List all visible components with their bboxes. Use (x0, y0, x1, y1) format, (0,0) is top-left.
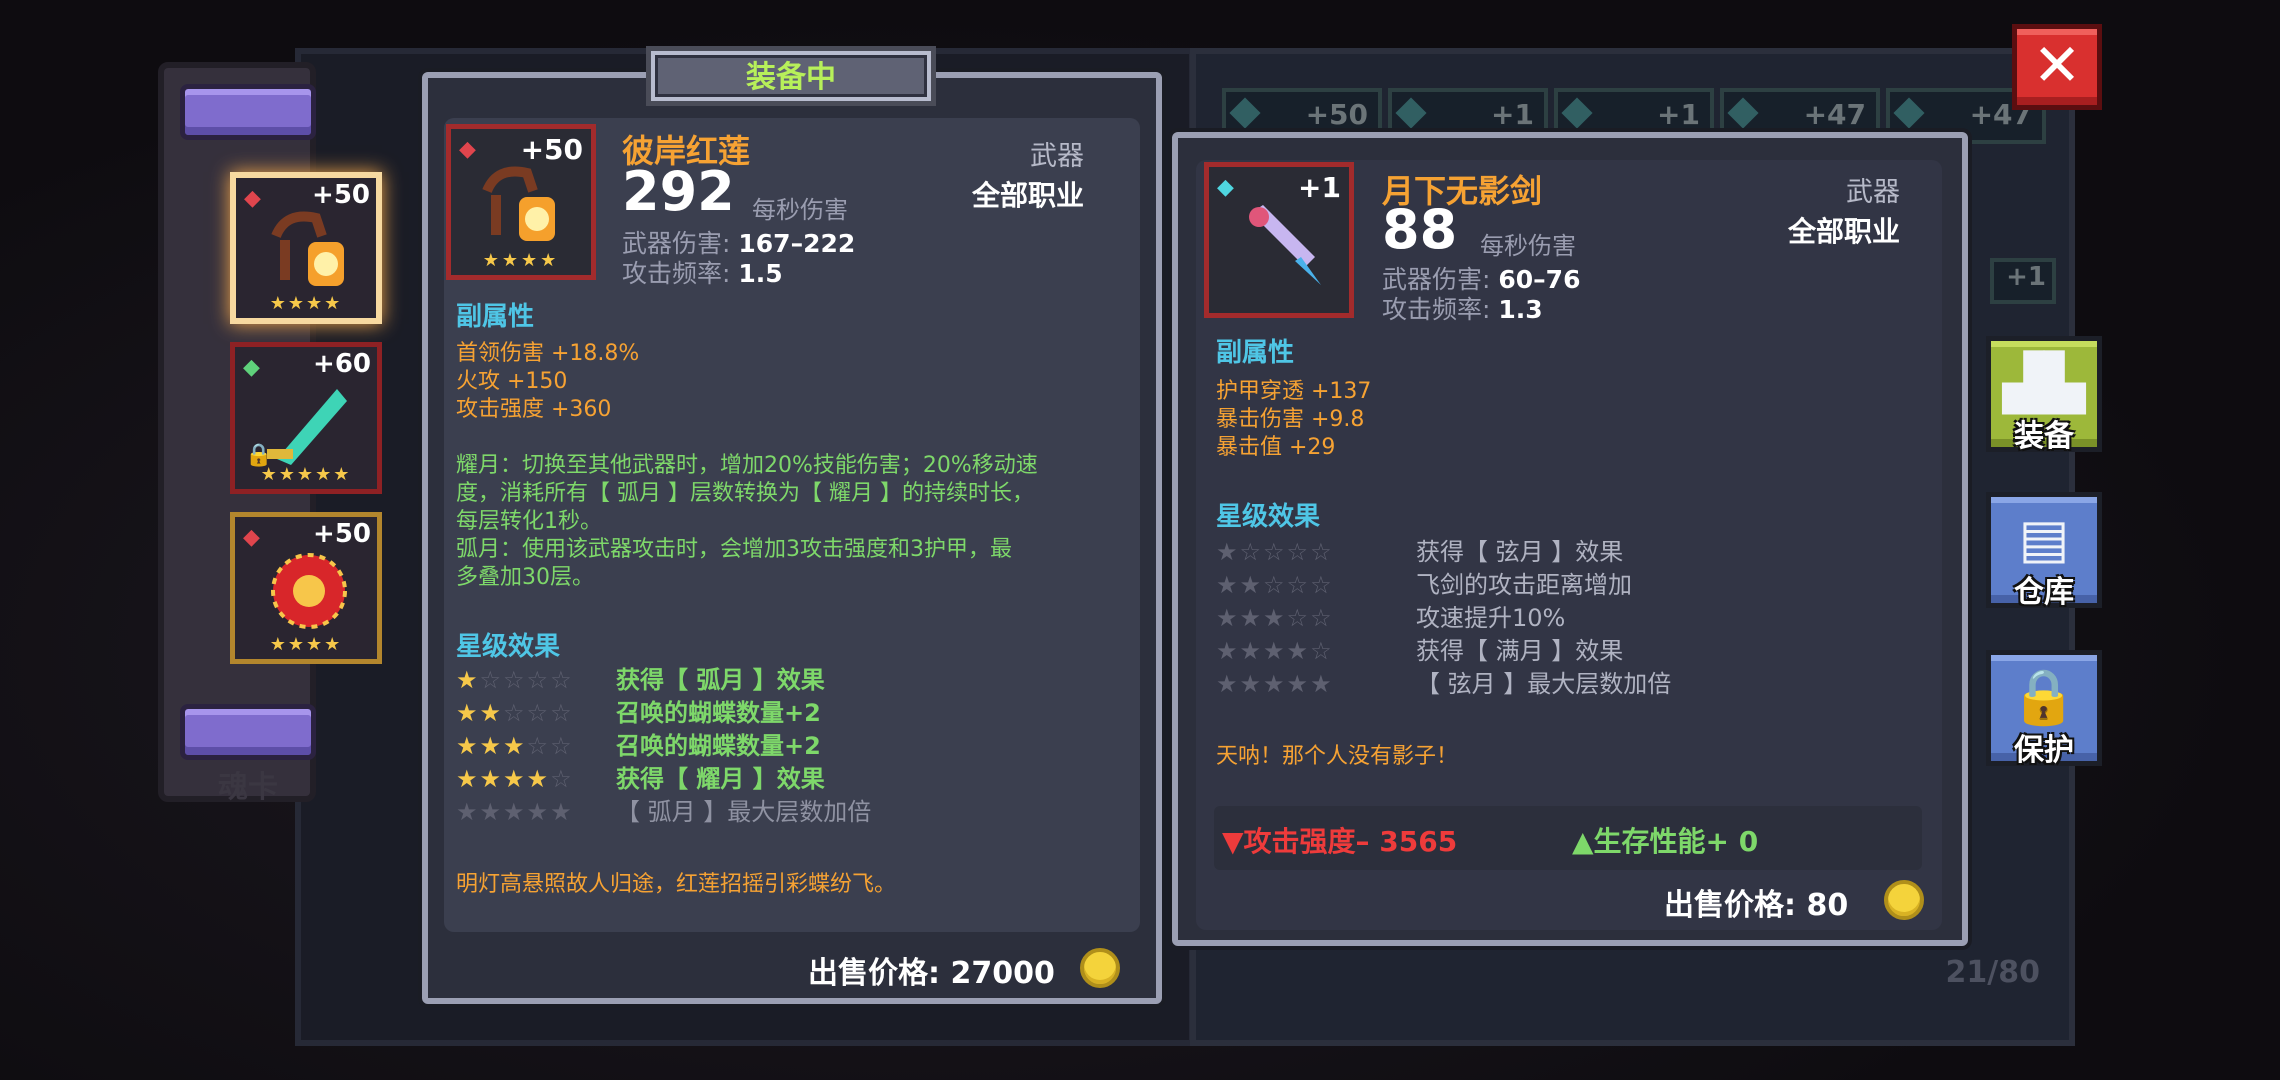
star-effect-row: ★☆☆☆☆ 获得【 弦月 】效果 (1216, 538, 1624, 566)
red-gem-icon: ◆ (244, 186, 261, 211)
close-button[interactable]: ✕ (2012, 24, 2102, 110)
compare-dps-label: 每秒伤害 (1480, 232, 1576, 260)
compare-sub-attr-title: 副属性 (1216, 338, 1295, 368)
equip-slot-1[interactable]: ◆ +50 ★★★★ (230, 172, 382, 324)
coin-icon (1884, 880, 1924, 920)
equipped-price: 出售价格: 27000 (808, 956, 1055, 991)
chest-icon: ▤ (2018, 507, 2070, 570)
equipped-description: 耀月：切换至其他武器时，增加20%技能伤害；20%移动速 度，消耗所有【 弧月 … (456, 453, 1038, 590)
coin-icon (1080, 948, 1120, 988)
compare-flavor-text: 天呐！那个人没有影子！ (1216, 744, 1459, 769)
compare-star-title: 星级效果 (1216, 502, 1321, 532)
star-effect-row: ★★★☆☆ 攻速提升10% (1216, 604, 1566, 632)
scroll-up-button[interactable] (180, 84, 316, 140)
attack-diff: ▼攻击强度– 3565 (1222, 825, 1458, 858)
compare-price: 出售价格: 80 (1664, 888, 1849, 923)
star-effect-row: ★★☆☆☆ 飞剑的攻击距离增加 (1216, 571, 1632, 599)
equipped-dps-label: 每秒伤害 (752, 196, 848, 224)
green-gem-icon: ◆ (243, 355, 260, 380)
equipped-item-icon-box: ◆ +50 ★★★★ (446, 124, 596, 280)
equipped-star-effects: ★☆☆☆☆ 获得【 弧月 】效果 ★★☆☆☆ 召唤的蝴蝶数量+2 ★★★☆☆ 召唤的蝴… (456, 664, 871, 829)
equipped-class: 全部职业 (971, 179, 1084, 212)
equipped-header: 装备中 (655, 55, 927, 97)
armor-icon: ▟▙ (2002, 351, 2086, 414)
compare-dps: 88 (1382, 198, 1458, 261)
equipped-star-title: 星级效果 (456, 632, 561, 662)
inventory-slot-side: +1 (1990, 258, 2056, 304)
warehouse-button[interactable]: ▤ 仓库 (1986, 492, 2102, 610)
inventory-count: 21/80 (1945, 955, 2040, 990)
equipped-type: 武器 (1030, 141, 1084, 172)
lantern-staff-icon (271, 211, 344, 286)
star-effect-row: ★★★★★ 【 弦月 】最大层数加倍 (1216, 670, 1672, 698)
survive-diff: ▲生存性能+ 0 (1572, 825, 1759, 858)
star-effect-row: ★★★☆☆ 召唤的蝴蝶数量+2 (456, 732, 821, 760)
star-effect-row: ★★★★☆ 获得【 耀月 】效果 (456, 765, 825, 793)
protect-button[interactable]: 🔒 保护 (1986, 650, 2102, 768)
equipped-dps: 292 (622, 160, 735, 223)
star-effect-row: ★★☆☆☆ 召唤的蝴蝶数量+2 (456, 699, 821, 727)
compare-diff-bar: ▼攻击强度– 3565 ▲生存性能+ 0 (1214, 806, 1922, 870)
star-effect-row: ★★★★★ 【 弧月 】最大层数加倍 (456, 798, 872, 826)
equipped-rate: 攻击频率: 1.5 (622, 259, 783, 288)
compare-sub-attrs: 护甲穿透 +137 暴击伤害 +9.8 暴击值 +29 (1216, 379, 1372, 460)
compare-class: 全部职业 (1787, 215, 1900, 248)
red-orb-icon (271, 553, 347, 629)
flying-sword-icon (1249, 205, 1321, 285)
soul-card-tab-label[interactable]: 魂卡 (218, 762, 278, 806)
equip-slot-2[interactable]: ◆ +60 🔒 ★★★★★ (230, 342, 382, 494)
equipped-sub-attrs: 首领伤害 +18.8% 火攻 +150 攻击强度 +360 (456, 341, 640, 422)
equip-button[interactable]: ▟▙ 装备 (1986, 336, 2102, 454)
scroll-down-button[interactable] (180, 704, 316, 760)
red-gem-icon: ◆ (459, 137, 476, 162)
compare-type: 武器 (1846, 177, 1900, 208)
cyan-gem-icon: ◆ (1217, 175, 1234, 200)
lock-icon: 🔒 (2010, 665, 2078, 728)
equipped-header-tab: 装备中 (646, 46, 936, 106)
red-gem-icon: ◆ (243, 525, 260, 550)
equipped-sub-attr-title: 副属性 (456, 302, 535, 332)
equipped-flavor-text: 明灯高悬照故人归途，红莲招摇引彩蝶纷飞。 (456, 872, 897, 897)
star-effect-row: ★☆☆☆☆ 获得【 弧月 】效果 (456, 666, 825, 694)
star-effect-row: ★★★★☆ 获得【 满月 】效果 (1216, 637, 1624, 665)
compare-star-effects: ★☆☆☆☆ 获得【 弦月 】效果 ★★☆☆☆ 飞剑的攻击距离增加 ★★★☆☆ 攻速提升… (1216, 536, 1671, 701)
close-icon: ✕ (2032, 31, 2082, 99)
lantern-staff-icon (482, 166, 555, 241)
compare-rate: 攻击频率: 1.3 (1382, 295, 1543, 324)
compare-item-icon-box: ◆ +1 (1204, 162, 1354, 318)
equip-slot-3[interactable]: ◆ +50 ★★★★ (230, 512, 382, 664)
